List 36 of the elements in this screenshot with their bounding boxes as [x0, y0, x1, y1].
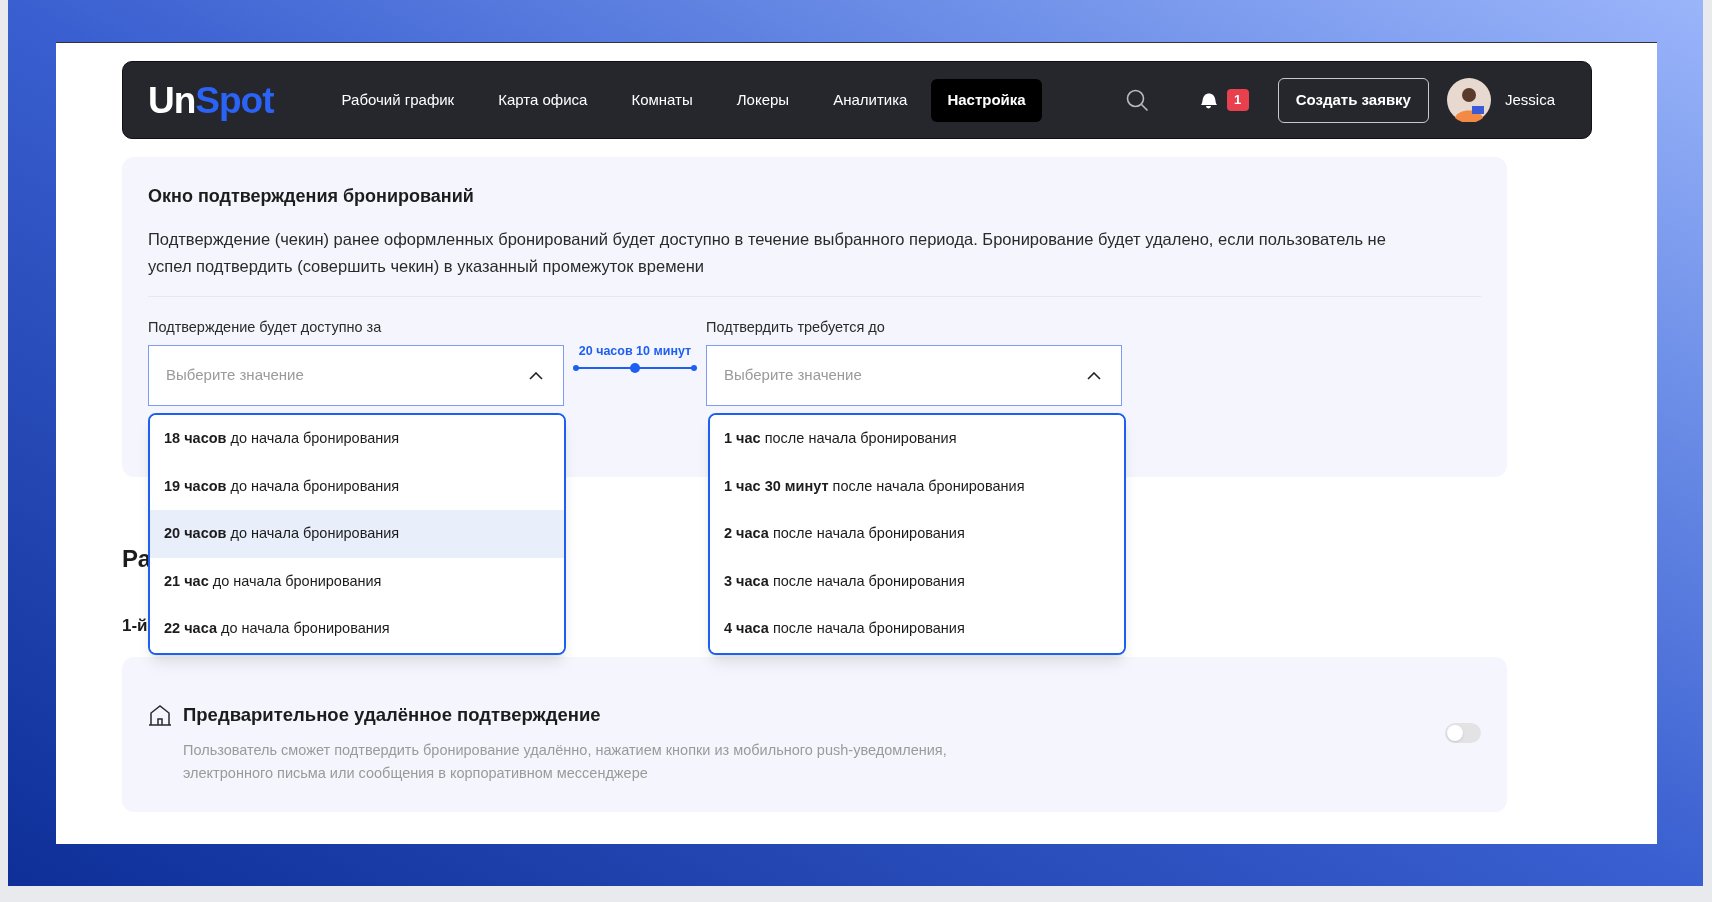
nav-tab[interactable]: Рабочий график	[321, 78, 475, 122]
field-label: Подтверждение будет доступно за	[148, 318, 383, 337]
dropdown-option[interactable]: 20 часов до начала бронирования	[150, 510, 564, 558]
dropdown-option[interactable]: 18 часов до начала бронирования	[150, 415, 564, 463]
card-description: Пользователь сможет подтвердить бронирование удалённо, нажатием кнопки из мобильного push-уведомления, электронного письма или сообщения в корпоративном мессенджере	[183, 740, 948, 783]
dropdown-option[interactable]: 1 час после начала бронирования	[710, 415, 1124, 463]
field-label: Подтвердить требуется до	[706, 318, 886, 337]
nav-tab[interactable]: Комнаты	[611, 78, 713, 122]
select-placeholder: Выберите значение	[724, 365, 862, 386]
section-description: Подтверждение (чекин) ранее оформленных бронирований будет доступно в течение выбранного периода. Бронирование будет удалено, если пользователь не успел подтвердить (совершить чекин) в указанный промежуток времени	[148, 229, 1387, 277]
dropdown-option[interactable]: 19 часов до начала бронирования	[150, 462, 564, 511]
nav-tab[interactable]: Локеры	[716, 78, 810, 122]
user-avatar[interactable]	[1446, 78, 1491, 122]
search-icon[interactable]	[1124, 88, 1149, 112]
section-subheading: 1-й	[122, 615, 148, 635]
select-placeholder: Выберите значение	[166, 365, 304, 386]
notification-count: 1	[1226, 89, 1249, 111]
create-request-button[interactable]: Создать заявку	[1277, 77, 1429, 123]
card-title: Предварительное удалённое подтверждение	[183, 703, 601, 727]
nav-tab[interactable]: Настройка	[931, 78, 1042, 122]
range-label: 20 часов 10 минут	[578, 343, 692, 360]
user-name[interactable]: Jessica	[1504, 88, 1555, 112]
dropdown-option[interactable]: 2 часа после начала бронирования	[710, 510, 1124, 558]
logo-text: Spot	[195, 81, 274, 119]
dropdown-option[interactable]: 1 час 30 минут после начала бронирования	[710, 462, 1124, 511]
dropdown-option[interactable]: 22 часа до начала бронирования	[150, 605, 564, 653]
dropdown-option[interactable]: 4 часа после начала бронирования	[710, 605, 1124, 653]
range-thumb[interactable]	[630, 362, 640, 373]
dropdown-option[interactable]: 21 час до начала бронирования	[150, 557, 564, 606]
nav-tab[interactable]: Аналитика	[813, 78, 928, 122]
house-icon	[148, 703, 172, 726]
logo-text: Un	[148, 81, 196, 119]
nav-tab[interactable]: Карта офиса	[478, 78, 608, 122]
dropdown-option[interactable]: 3 часа после начала бронирования	[710, 557, 1124, 606]
section-title: Окно подтверждения бронирований	[148, 185, 475, 208]
toggle-switch[interactable]	[1445, 723, 1481, 743]
